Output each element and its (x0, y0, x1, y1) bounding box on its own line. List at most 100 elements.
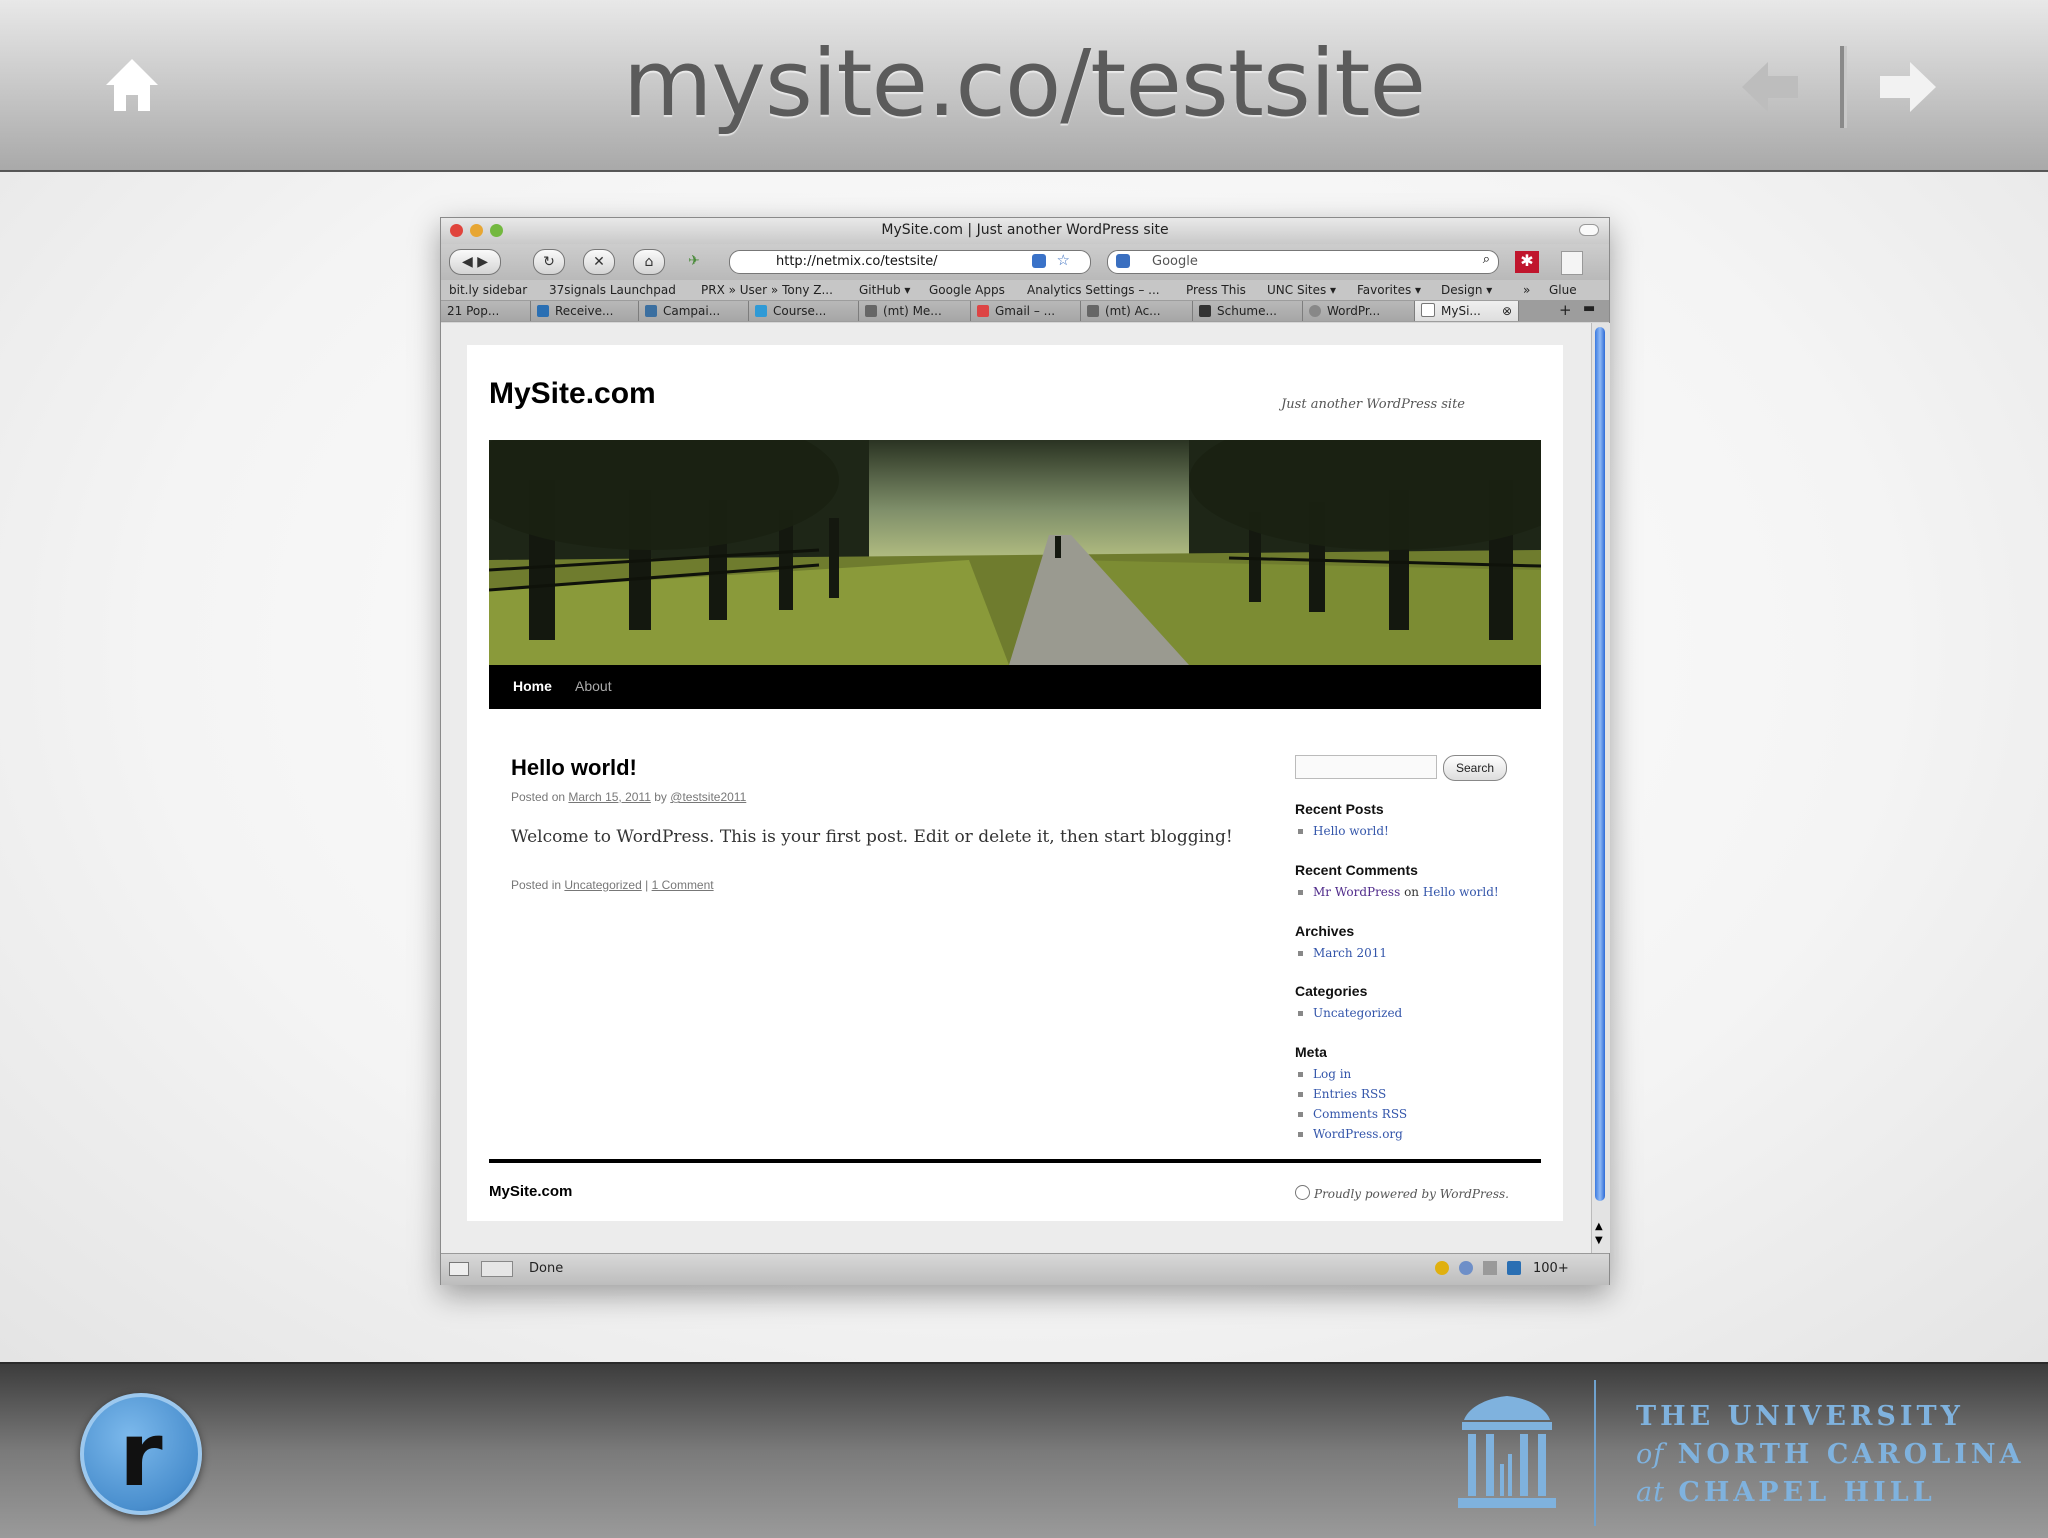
tab[interactable]: WordPr... (1303, 301, 1415, 321)
status-tool-icon[interactable] (481, 1261, 513, 1277)
bookmark-item[interactable]: GitHub ▾ (859, 283, 910, 297)
bookmark-star-icon[interactable]: ☆ (1057, 251, 1070, 269)
tab-active[interactable]: MySi... ⊗ (1415, 301, 1519, 321)
widget-archives: Archives March 2011 (1295, 923, 1387, 963)
tab[interactable]: Campai... (639, 301, 749, 321)
bookmark-item[interactable]: Google Apps (929, 283, 1005, 297)
status-bar: Done 100+ (441, 1253, 1609, 1285)
tab-favicon (1087, 305, 1099, 317)
scroll-up-icon[interactable]: ▲ (1595, 1221, 1603, 1232)
unc-ch: CHAPEL HILL (1678, 1477, 1936, 1508)
tab-favicon (977, 305, 989, 317)
tab[interactable]: Schume... (1193, 301, 1303, 321)
tab[interactable]: (mt) Me... (859, 301, 971, 321)
addon-icon[interactable]: ✱ (1515, 251, 1539, 273)
widget-title: Meta (1295, 1044, 1327, 1060)
nav-home[interactable]: Home (513, 678, 552, 694)
tab[interactable]: Gmail – ... (971, 301, 1081, 321)
glue-status-icon[interactable] (1507, 1261, 1521, 1275)
scroll-down-icon[interactable]: ▼ (1595, 1235, 1603, 1246)
extension-icon[interactable]: ✈ (681, 249, 707, 273)
search-bar[interactable]: Google ⌕ (1107, 250, 1499, 274)
tab[interactable]: Receive... (531, 301, 639, 321)
bookmark-overflow[interactable]: » (1523, 283, 1530, 297)
bookmarks-bar: bit.ly sidebar 37signals Launchpad PRX »… (441, 280, 1609, 300)
meta-login-link[interactable]: Log in (1295, 1064, 1407, 1084)
bookmark-item[interactable]: 37signals Launchpad (549, 283, 676, 297)
post-body: Welcome to WordPress. This is your first… (511, 827, 1233, 847)
tab-close-icon[interactable]: ⊗ (1502, 301, 1512, 321)
new-tab-icon[interactable]: + (1559, 301, 1572, 319)
tab-favicon (1309, 305, 1321, 317)
bookmark-item[interactable]: Glue (1549, 283, 1577, 297)
footer-site-title[interactable]: MySite.com (489, 1183, 572, 1200)
post-title[interactable]: Hello world! (511, 755, 637, 781)
tab[interactable]: 21 Pop... (441, 301, 531, 321)
post-date-link[interactable]: March 15, 2011 (568, 790, 651, 804)
toolbar-toggle-button[interactable] (1579, 224, 1599, 236)
sidebar-search-button[interactable]: Search (1443, 755, 1507, 781)
vertical-scrollbar[interactable]: ▲ ▼ (1591, 323, 1610, 1253)
addon-status-icon[interactable] (1435, 1261, 1449, 1275)
bookmark-item[interactable]: Design ▾ (1441, 283, 1492, 297)
tab-label: Course... (773, 304, 827, 318)
bookmark-item[interactable]: UNC Sites ▾ (1267, 283, 1336, 297)
tab-label: Campai... (663, 304, 721, 318)
meta-entries-rss-link[interactable]: Entries RSS (1295, 1084, 1407, 1104)
recent-post-link[interactable]: Hello world! (1295, 821, 1389, 841)
archive-link[interactable]: March 2011 (1295, 943, 1387, 963)
zoom-level[interactable]: 100+ (1533, 1261, 1569, 1276)
meta-wordpress-link[interactable]: WordPress.org (1295, 1124, 1407, 1144)
scroll-thumb[interactable] (1595, 327, 1605, 1201)
bookmark-item[interactable]: Press This (1186, 283, 1246, 297)
meta-comments-rss-link[interactable]: Comments RSS (1295, 1104, 1407, 1124)
main-nav: Home About (489, 665, 1541, 709)
recent-comment: Mr WordPress on Hello world! (1295, 882, 1499, 902)
bookmark-item[interactable]: bit.ly sidebar (449, 283, 527, 297)
tab[interactable]: (mt) Ac... (1081, 301, 1193, 321)
arrow-right-icon[interactable] (1880, 62, 1936, 112)
url-text: http://netmix.co/testsite/ (776, 254, 938, 269)
tab-favicon (755, 305, 767, 317)
widget-recent-posts: Recent Posts Hello world! (1295, 801, 1389, 841)
comment-post-link[interactable]: Hello world! (1423, 885, 1499, 899)
addon-status-icon[interactable] (1483, 1261, 1497, 1275)
category-link[interactable]: Uncategorized (564, 878, 641, 892)
tab-label: Gmail – ... (995, 304, 1056, 318)
tab-list-icon[interactable]: ▬ (1583, 301, 1595, 316)
bookmark-item[interactable]: Favorites ▾ (1357, 283, 1421, 297)
back-forward-button[interactable]: ◀ ▶ (449, 249, 501, 275)
powered-by[interactable]: Proudly powered by WordPress. (1295, 1185, 1509, 1201)
category-item-link[interactable]: Uncategorized (1295, 1003, 1402, 1023)
home-browser-icon[interactable]: ⌂ (633, 249, 665, 275)
bookmark-item[interactable]: PRX » User » Tony Z... (701, 283, 833, 297)
status-icon[interactable] (449, 1262, 469, 1276)
tab-label: 21 Pop... (447, 304, 500, 318)
old-well-icon (1458, 1396, 1556, 1508)
magnifier-icon[interactable]: ⌕ (1483, 252, 1490, 267)
site-title[interactable]: MySite.com (489, 377, 656, 411)
arrow-left-icon[interactable] (1742, 62, 1798, 112)
unc-wordmark: THE UNIVERSITY of NORTH CAROLINA at CHAP… (1636, 1398, 2024, 1512)
nav-divider (1840, 46, 1847, 128)
widget-title: Archives (1295, 923, 1355, 939)
rss-icon[interactable] (1032, 254, 1046, 268)
bookmark-item[interactable]: Analytics Settings – ... (1027, 283, 1160, 297)
reload-icon[interactable]: ↻ (533, 249, 565, 275)
comment-author-link[interactable]: Mr WordPress (1313, 885, 1400, 899)
widget-meta: Meta Log in Entries RSS Comments RSS Wor… (1295, 1044, 1407, 1144)
comments-link[interactable]: 1 Comment (652, 878, 714, 892)
tab[interactable]: Course... (749, 301, 859, 321)
google-icon[interactable] (1116, 254, 1130, 268)
url-bar[interactable]: http://netmix.co/testsite/ ☆ (729, 250, 1091, 274)
nav-about[interactable]: About (575, 678, 612, 694)
addon-status-icon[interactable] (1459, 1261, 1473, 1275)
tab-favicon (1199, 305, 1211, 317)
author-link[interactable]: @testsite2011 (670, 790, 746, 804)
unc-line-3: at CHAPEL HILL (1636, 1474, 2024, 1512)
sidebar-search-input[interactable] (1295, 755, 1437, 779)
notes-icon[interactable] (1561, 251, 1583, 275)
stop-icon[interactable]: ✕ (583, 249, 615, 275)
tab-favicon (537, 305, 549, 317)
tab-label: (mt) Me... (883, 304, 942, 318)
